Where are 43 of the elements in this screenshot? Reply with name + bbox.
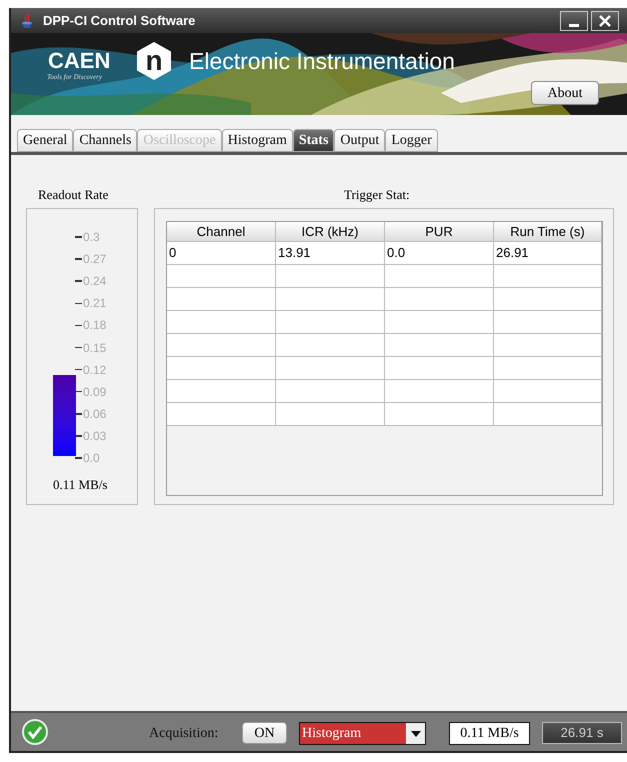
- mode-dropdown[interactable]: Histogram: [299, 722, 426, 745]
- tab[interactable]: General: [17, 129, 74, 152]
- scale-label: 0.09: [83, 386, 106, 398]
- acquisition-label: Acquisition:: [149, 725, 218, 743]
- scale-label: 0.21: [83, 297, 106, 310]
- minimize-button[interactable]: [560, 10, 588, 30]
- tab[interactable]: Output: [334, 129, 386, 152]
- column-header: ICR (kHz): [276, 222, 385, 242]
- scale-label: 0.27: [83, 253, 106, 266]
- close-icon: [598, 14, 612, 28]
- panel-title: Readout Rate: [38, 186, 108, 204]
- rate-field: 0.11 MB/s: [449, 722, 530, 745]
- banner-heading: Electronic Instrumentation: [189, 50, 455, 73]
- meter-reading: 0.11 MB/s: [53, 476, 108, 494]
- close-button[interactable]: [591, 10, 619, 30]
- scale-label: 0.06: [83, 408, 106, 420]
- scale-label: 0.24: [83, 275, 106, 288]
- tab[interactable]: Logger: [385, 129, 438, 152]
- table-cell: 13.91: [276, 242, 385, 265]
- column-header: PUR: [385, 222, 494, 242]
- table-cell: 0: [167, 242, 276, 265]
- scale-label: 0.18: [83, 319, 106, 332]
- logo-text: CAEN: [48, 50, 110, 72]
- tab[interactable]: Stats: [292, 129, 334, 152]
- tab[interactable]: Histogram: [222, 129, 293, 152]
- scale-label: 0.0: [83, 452, 100, 464]
- time-field: 26.91 s: [542, 722, 622, 744]
- panel-title: Trigger Stat:: [344, 186, 410, 204]
- scale-label: 0.12: [83, 364, 106, 376]
- minimize-icon: [569, 24, 579, 26]
- scale-label: 0.03: [83, 430, 106, 442]
- tab[interactable]: Channels: [73, 129, 138, 152]
- about-button[interactable]: About: [531, 81, 599, 105]
- scale-label: 0.15: [83, 342, 106, 354]
- table-cell: 0.0: [385, 242, 494, 265]
- column-header: Channel: [167, 222, 276, 242]
- table-cell: 26.91: [494, 242, 602, 265]
- column-header: Run Time (s): [494, 222, 602, 242]
- window-title: DPP-CI Control Software: [43, 12, 196, 30]
- caret-icon: [410, 730, 420, 736]
- acquisition-button[interactable]: ON: [242, 722, 287, 744]
- scale-label: 0.3: [83, 231, 100, 244]
- cup-icon: [19, 12, 35, 28]
